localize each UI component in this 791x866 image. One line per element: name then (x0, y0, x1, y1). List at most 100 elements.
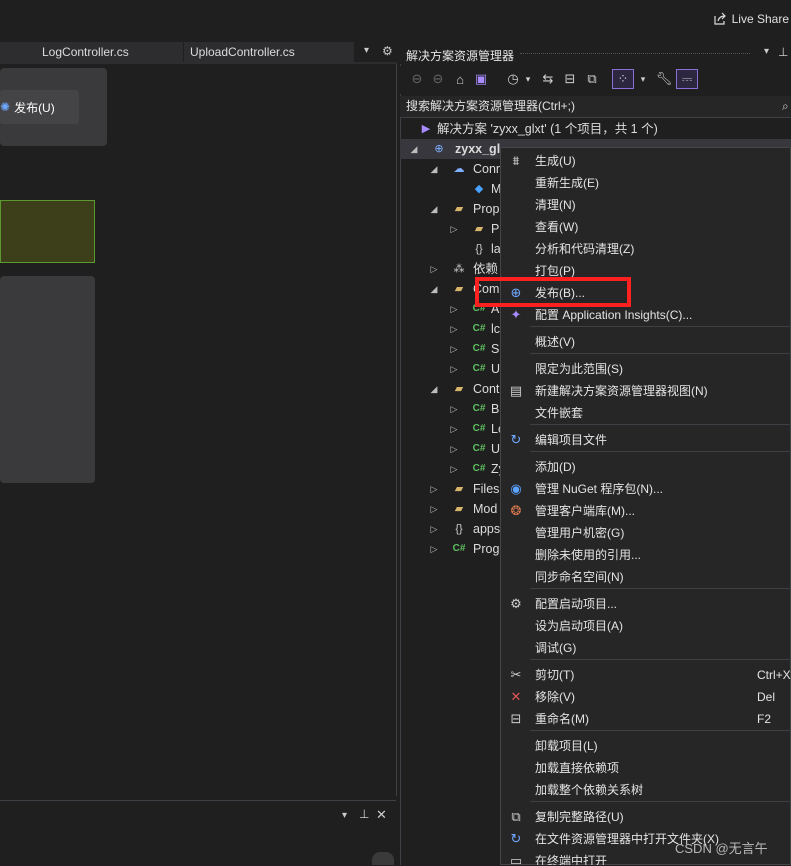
connected-services-icon: ☁ (453, 163, 465, 175)
track-active-icon[interactable]: ⁘ (612, 69, 634, 89)
context-menu-item[interactable]: ⧉ 复制完整路径(U) (501, 806, 791, 828)
publish-button[interactable]: ✺ 发布(U) (0, 90, 79, 124)
sync-icon[interactable]: ⇆ (539, 70, 557, 88)
expand-arrow-icon[interactable]: ▷ (449, 399, 459, 419)
context-menu-item[interactable]: ✂ 剪切(T) Ctrl+X (501, 664, 791, 686)
context-menu-item-label: 查看(W) (535, 220, 579, 234)
home-icon[interactable]: ⌂ (451, 70, 469, 88)
collapse-arrow-icon[interactable]: ◢ (429, 199, 439, 219)
pin-icon[interactable]: ⊥ (778, 45, 788, 59)
context-menu-item-label: 复制完整路径(U) (535, 810, 624, 824)
folder-icon: ▰ (454, 383, 464, 395)
chevron-down-icon[interactable]: ▾ (764, 46, 769, 57)
expand-arrow-icon[interactable]: ▷ (449, 359, 459, 379)
menu-separator (530, 730, 791, 731)
back-icon[interactable]: ⊖ (408, 70, 426, 88)
context-menu-item[interactable]: 加载直接依赖项 (501, 757, 791, 779)
pin-icon[interactable]: ⊥ (359, 807, 369, 821)
solution-explorer-title: 解决方案资源管理器 (406, 49, 515, 63)
context-menu-item[interactable]: 添加(D) (501, 456, 791, 478)
track-dropdown-icon[interactable]: ▾ (634, 70, 652, 88)
show-all-files-icon[interactable]: ⧉ (583, 70, 601, 88)
build-icon: ⩩ (512, 153, 520, 168)
context-menu-item[interactable]: ◉ 管理 NuGet 程序包(N)... (501, 478, 791, 500)
tab-dropdown-icon[interactable]: ▾ (364, 45, 369, 56)
context-menu-item[interactable]: 查看(W) (501, 216, 791, 238)
search-icon[interactable]: ⌕ (782, 96, 789, 116)
context-menu-item-label: 配置 Application Insights(C)... (535, 308, 693, 322)
expand-arrow-icon[interactable]: ▷ (429, 259, 439, 279)
expand-arrow-icon[interactable]: ▷ (449, 439, 459, 459)
expand-arrow-icon[interactable]: ▷ (429, 499, 439, 519)
context-menu-item-label: 剪切(T) (535, 668, 575, 682)
expand-arrow-icon[interactable]: ▷ (449, 219, 459, 239)
context-menu-item-label: 文件嵌套 (535, 406, 584, 420)
context-menu-item[interactable]: 清理(N) (501, 194, 791, 216)
context-menu-item[interactable]: 删除未使用的引用... (501, 544, 791, 566)
context-menu-item[interactable]: 同步命名空间(N) (501, 566, 791, 588)
context-menu-item[interactable]: 概述(V) (501, 331, 791, 353)
gear-icon[interactable]: ⚙ (382, 44, 393, 58)
tab-hidden[interactable] (0, 42, 36, 62)
context-menu-item[interactable]: ▤ 新建解决方案资源管理器视图(N) (501, 380, 791, 402)
tab-label: LogController.cs (42, 45, 129, 59)
live-share-button[interactable]: Live Share (713, 10, 789, 28)
switch-view-icon[interactable]: ▣ (472, 70, 490, 88)
context-menu-item-label: 管理 NuGet 程序包(N)... (535, 482, 664, 496)
tree-item-label: zyxx_gl (455, 142, 501, 156)
tab-log-controller[interactable]: LogController.cs (36, 42, 183, 62)
search-input[interactable]: 搜索解决方案资源管理器(Ctrl+;) ⌕ (400, 96, 791, 118)
context-menu-item[interactable]: ↻ 编辑项目文件 (501, 429, 791, 451)
context-menu-item[interactable]: ✦ 配置 Application Insights(C)... (501, 304, 791, 326)
expand-arrow-icon[interactable]: ▷ (449, 319, 459, 339)
context-menu-item-label: 添加(D) (535, 460, 576, 474)
context-menu-item[interactable]: 限定为此范围(S) (501, 358, 791, 380)
context-menu-item[interactable]: 调试(G) (501, 637, 791, 659)
folder-icon: ▰ (454, 503, 464, 515)
tree-item-label: Prog (473, 542, 500, 556)
context-menu-item[interactable]: ⩩ 生成(U) (501, 150, 791, 172)
wrench-icon[interactable]: 🔧︎ (655, 70, 673, 88)
close-icon[interactable]: ✕ (376, 807, 387, 823)
expand-arrow-icon[interactable]: ▷ (449, 339, 459, 359)
context-menu-item[interactable]: 设为启动项目(A) (501, 615, 791, 637)
nuget-icon: ◉ (510, 481, 522, 496)
collapse-all-icon[interactable]: ⊟ (561, 70, 579, 88)
insights-icon: ✦ (510, 307, 522, 322)
collapse-arrow-icon[interactable]: ◢ (409, 139, 419, 159)
dependencies-icon: ⁂ (453, 263, 465, 275)
expand-arrow-icon[interactable]: ▷ (449, 419, 459, 439)
context-menu-item[interactable]: 文件嵌套 (501, 402, 791, 424)
context-menu-item[interactable]: 重新生成(E) (501, 172, 791, 194)
shortcut-label: Ctrl+X (757, 668, 791, 682)
context-menu-item[interactable]: ⚙ 配置启动项目... (501, 593, 791, 615)
context-menu-item[interactable]: 卸载项目(L) (501, 735, 791, 757)
context-menu-item[interactable]: ❂ 管理客户端库(M)... (501, 500, 791, 522)
publish-globe-icon: ✺ (0, 100, 11, 114)
scroll-thumb[interactable] (372, 852, 394, 865)
context-menu-item[interactable]: 管理用户机密(G) (501, 522, 791, 544)
context-menu-item[interactable]: 加载整个依赖关系树 (501, 779, 791, 801)
tab-upload-controller[interactable]: UploadController.cs (184, 42, 354, 62)
tree-item[interactable]: ▶ 解决方案 'zyxx_glxt' (1 个项目，共 1 个) (400, 119, 791, 139)
csharp-icon: C# (472, 423, 486, 434)
history-dropdown-icon[interactable]: ▾ (519, 70, 537, 88)
expand-arrow-icon[interactable]: ▷ (449, 299, 459, 319)
collapse-arrow-icon[interactable]: ◢ (429, 159, 439, 179)
menu-separator (530, 353, 791, 354)
csharp-icon: C# (472, 403, 486, 414)
context-menu-item[interactable]: ⊟ 重命名(M) F2 (501, 708, 791, 730)
collapse-arrow-icon[interactable]: ◢ (429, 379, 439, 399)
csharp-icon: C# (472, 343, 486, 354)
collapse-arrow-icon[interactable]: ◢ (429, 279, 439, 299)
expand-arrow-icon[interactable]: ▷ (449, 459, 459, 479)
forward-icon[interactable]: ⊖ (429, 70, 447, 88)
expand-arrow-icon[interactable]: ▷ (429, 539, 439, 559)
context-menu-item[interactable]: 分析和代码清理(Z) (501, 238, 791, 260)
bottom-panel (0, 800, 396, 866)
expand-arrow-icon[interactable]: ▷ (429, 519, 439, 539)
preview-icon[interactable]: ⎓ (676, 69, 698, 89)
expand-arrow-icon[interactable]: ▷ (429, 479, 439, 499)
panel-dropdown-icon[interactable]: ▾ (342, 810, 347, 821)
context-menu-item[interactable]: ✕ 移除(V) Del (501, 686, 791, 708)
